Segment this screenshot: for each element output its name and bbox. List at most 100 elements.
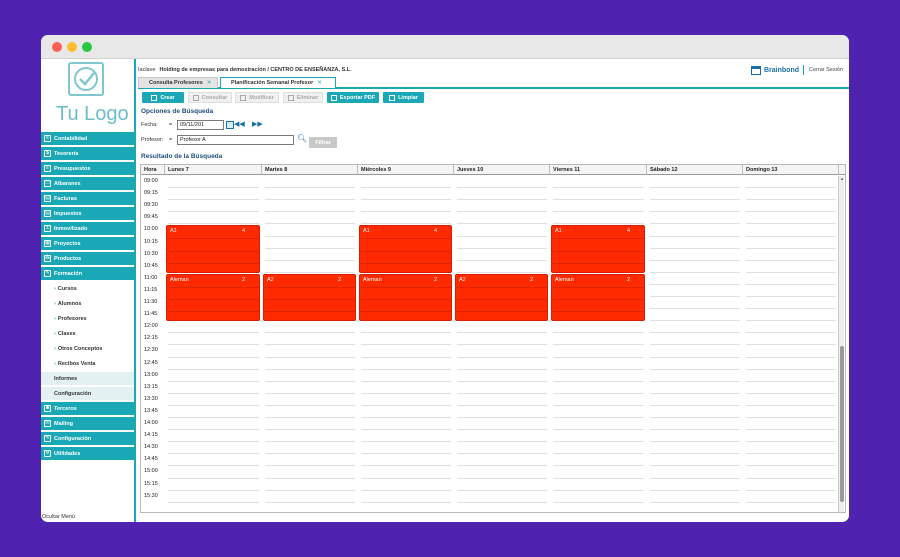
schedule-event[interactable]: A1 4 xyxy=(359,225,452,273)
sidebar-plain-informes[interactable]: Informes xyxy=(41,372,134,385)
schedule-event[interactable]: Aleman 2 xyxy=(359,273,452,322)
sidebar-item-terceros[interactable]: ☻ Terceros xyxy=(41,402,134,415)
minimize-window-button[interactable] xyxy=(67,42,77,52)
slot-line xyxy=(650,477,740,479)
hour-label: 11:15 xyxy=(144,286,158,293)
logout-link[interactable]: Cerrar Sesión xyxy=(809,67,843,73)
slot-line xyxy=(457,368,547,370)
sidebar-subitem-otros-conceptos[interactable]: › Otros Conceptos xyxy=(41,342,134,355)
sidebar-item-impuestos[interactable]: ▤ Impuestos xyxy=(41,207,134,220)
event-count: 4 xyxy=(433,228,437,235)
sidebar-subitem-label: Alumnos xyxy=(57,300,82,307)
schedule-event[interactable]: A1 4 xyxy=(551,225,645,273)
exportar-pdf-button[interactable]: Exportar PDF xyxy=(327,92,379,103)
schedule-event[interactable]: Aleman 2 xyxy=(166,273,260,322)
close-tab-icon[interactable]: ✕ xyxy=(317,80,322,86)
sidebar-subitem-clases[interactable]: › Clases xyxy=(41,327,134,340)
chevron-right-icon: › xyxy=(54,315,56,322)
event-count: 2 xyxy=(241,276,245,283)
slot-line xyxy=(746,235,836,237)
tab-planificacion-semanal[interactable]: Planificación Semanal Profesor ✕ xyxy=(220,77,336,88)
scroll-thumb[interactable] xyxy=(840,346,844,502)
search-icon[interactable]: 🔍︎ xyxy=(297,134,307,143)
schedule-event[interactable]: A2 2 xyxy=(263,273,356,322)
sidebar-item-configuraci-n[interactable]: ✎ Configuración xyxy=(41,432,134,445)
sidebar-item-facturas[interactable]: ▤ Facturas xyxy=(41,192,134,205)
eliminar-button[interactable]: Eliminar xyxy=(283,92,323,103)
slot-line xyxy=(361,417,451,418)
next-week-icon[interactable]: ▶▶ xyxy=(252,120,263,128)
sidebar-subitem-profesores[interactable]: › Profesores xyxy=(41,312,134,325)
schedule-event[interactable]: A2 2 xyxy=(455,273,548,322)
slot-line xyxy=(553,332,644,334)
slot-line xyxy=(457,392,547,394)
calendar-icon[interactable] xyxy=(226,121,234,129)
profesor-input[interactable]: Profesor A xyxy=(177,135,294,145)
limpiar-button[interactable]: Limpiar xyxy=(383,92,424,103)
column-header-day: Sábado 12 xyxy=(647,165,743,175)
scroll-up-icon[interactable]: ▲ xyxy=(839,176,845,182)
slot-line xyxy=(746,392,836,394)
slot-line xyxy=(265,404,355,406)
slot-line xyxy=(265,199,355,201)
schedule-scrollbar[interactable]: ▲ xyxy=(838,176,845,512)
fecha-input[interactable]: 09/11/201 xyxy=(177,120,224,130)
prev-week-icon[interactable]: ◀◀ xyxy=(234,120,245,128)
slot-line xyxy=(361,429,451,431)
schedule-event[interactable]: Aleman 2 xyxy=(551,273,645,322)
event-slot-line xyxy=(167,238,259,240)
sidebar-plain-configuraci-n[interactable]: Configuración xyxy=(41,387,134,400)
hour-label: 15:30 xyxy=(144,492,158,499)
hour-label: 09:45 xyxy=(144,214,158,221)
consultar-button[interactable]: Consultar xyxy=(188,92,232,103)
crear-button[interactable]: Crear xyxy=(142,92,184,103)
slot-line xyxy=(168,187,259,189)
sidebar-item-contabilidad[interactable]: ≡ Contabilidad xyxy=(41,132,134,145)
sidebar-item-proyectos[interactable]: ▦ Proyectos xyxy=(41,237,134,250)
sidebar-subitem-cursos[interactable]: › Cursos xyxy=(41,282,134,295)
slot-line xyxy=(457,477,547,479)
event-count: 2 xyxy=(529,276,533,283)
slot-line xyxy=(553,489,644,491)
sidebar-item-albaranes[interactable]: ▭ Albaranes xyxy=(41,177,134,190)
maximize-window-button[interactable] xyxy=(82,42,92,52)
project-icon: ▦ xyxy=(44,240,51,247)
hide-menu-link[interactable]: Ocultar Menú xyxy=(42,514,75,520)
slot-line xyxy=(265,344,355,346)
event-slot-line xyxy=(360,286,451,288)
slot-line xyxy=(553,465,644,467)
sidebar-item-inmovilizado[interactable]: ⚓ Inmovilizado xyxy=(41,222,134,235)
slot-line xyxy=(361,453,451,455)
slot-line xyxy=(746,271,836,273)
filtrar-button[interactable]: Filtrar xyxy=(309,137,337,148)
hour-label: 09:00 xyxy=(144,178,158,184)
pdf-icon xyxy=(330,94,337,101)
sidebar-item-productos[interactable]: ⁂ Productos xyxy=(41,252,134,265)
sidebar-item-presupuestos[interactable]: ≡ Presupuestos xyxy=(41,162,134,175)
sidebar-subitem-recibos-venta[interactable]: › Recibos Venta xyxy=(41,357,134,370)
sidebar-item-mailing[interactable]: ✉ Mailing xyxy=(41,417,134,430)
slot-line xyxy=(457,453,547,455)
slot-line xyxy=(361,187,451,189)
schedule-event[interactable]: A1 4 xyxy=(166,225,260,273)
sidebar-item-formaci-n[interactable]: ✎ Formación xyxy=(41,267,134,280)
slot-line xyxy=(265,271,355,273)
slot-line xyxy=(553,429,644,431)
close-window-button[interactable] xyxy=(52,42,62,52)
tab-consulta-profesores[interactable]: Consulta Profesores ✕ xyxy=(138,77,218,88)
slot-line xyxy=(746,187,836,189)
fecha-operator: = xyxy=(169,122,173,128)
slot-line xyxy=(746,368,836,370)
modificar-button[interactable]: Modificar xyxy=(235,92,279,103)
close-tab-icon[interactable]: ✕ xyxy=(207,80,212,86)
consultar-label: Consultar xyxy=(201,94,228,101)
sidebar-subitem-alumnos[interactable]: › Alumnos xyxy=(41,297,134,310)
sidebar-subitem-label: Clases xyxy=(57,330,76,337)
slot-line xyxy=(746,441,836,443)
slot-line xyxy=(746,417,836,418)
sidebar-item-utilidades[interactable]: ✲ Utilidades xyxy=(41,447,134,460)
sidebar-item-tesorer-a[interactable]: $ Tesorería xyxy=(41,147,134,160)
slot-line xyxy=(265,235,355,237)
hour-label: 10:15 xyxy=(144,238,158,245)
slot-line xyxy=(553,344,644,346)
